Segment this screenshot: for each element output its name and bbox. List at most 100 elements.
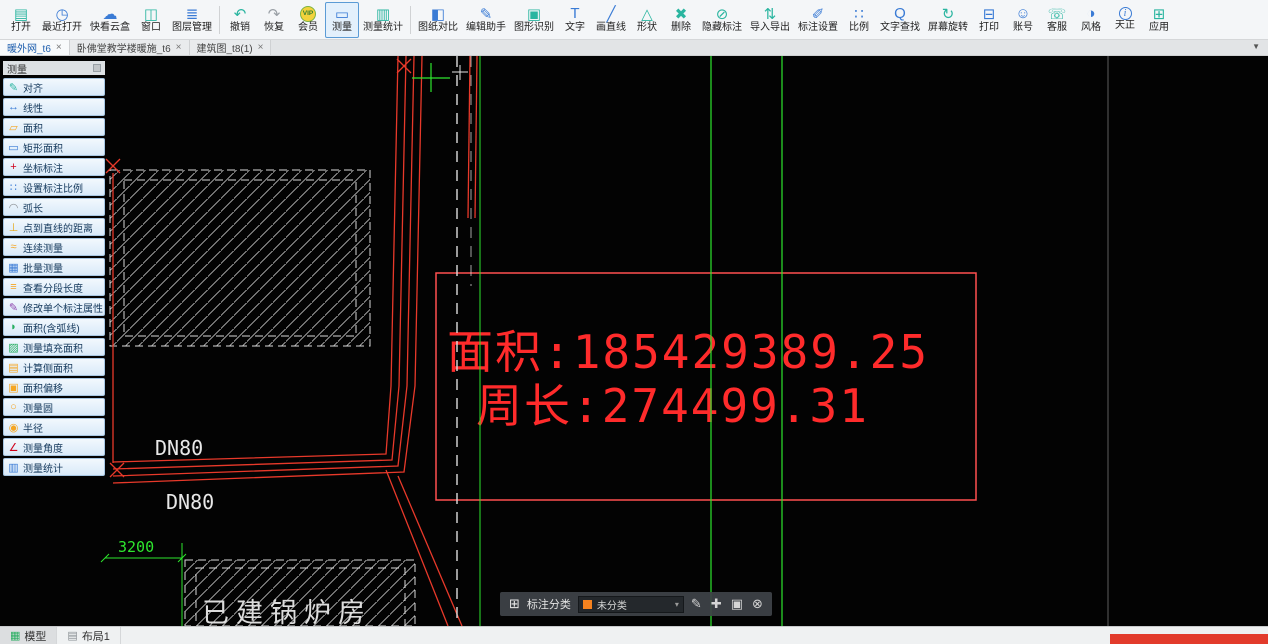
radius-icon: ◉ — [8, 421, 19, 434]
measure-tool-measure-circle[interactable]: ○ 测量圆 — [3, 398, 105, 416]
toolbar-button-delete[interactable]: ✖ 删除 — [664, 2, 698, 38]
category-grid-icon[interactable]: ⊞ — [509, 596, 520, 612]
status-tab-model[interactable]: ▦ 模型 — [0, 627, 58, 644]
toolbar-button-cloud-box[interactable]: ☁ 快看云盒 — [86, 2, 134, 38]
toolbar-button-text-search[interactable]: Q 文字查找 — [876, 2, 924, 38]
arc-length-icon: ◠ — [8, 201, 19, 214]
toolbar-button-annotation-settings[interactable]: ✐ 标注设置 — [794, 2, 842, 38]
measure-tool-linear[interactable]: ↔ 线性 — [3, 98, 105, 116]
measure-tool-label: 批量测量 — [23, 263, 63, 275]
toolbar-button-measure[interactable]: ▭ 测量 — [325, 1, 359, 38]
measure-tool-area-offset[interactable]: ▣ 面积偏移 — [3, 378, 105, 396]
toolbar-button-support[interactable]: ☏ 客服 — [1040, 2, 1074, 38]
document-tabs: 暖外网_t6 × 卧佛堂教学楼暖施_t6 × 建筑图_t8(1) × — [0, 40, 272, 55]
align-icon: ✎ — [8, 81, 19, 94]
toolbar-button-label: 风格 — [1081, 22, 1101, 33]
continuous-measure-icon: ≈ — [10, 241, 17, 253]
toolbar-button-style[interactable]: ◑ 风格 — [1074, 2, 1108, 38]
panel-collapse-button[interactable] — [93, 64, 101, 72]
measure-tool-rect-area[interactable]: ▭ 矩形面积 — [3, 138, 105, 156]
measure-tool-segment-length[interactable]: ≡ 查看分段长度 — [3, 278, 105, 296]
toolbar-button-tianzheng[interactable]: i 天正 — [1108, 2, 1142, 38]
valve-symbol — [412, 63, 468, 92]
toolbar-button-screen-rotate[interactable]: ↻ 屏幕旋转 — [924, 2, 972, 38]
measure-tool-label: 点到直线的距离 — [23, 223, 93, 235]
toolbar-button-edit-assistant[interactable]: ✎ 编辑助手 — [462, 2, 510, 38]
measure-stats-icon: ▥ — [375, 5, 391, 23]
cad-drawing[interactable]: 已建锅炉房 面积:185429389.25 周长:274499.31 3200 … — [0, 56, 1268, 626]
toolbar-button-label: 账号 — [1013, 22, 1033, 33]
measure-tool-measure-stats[interactable]: ▥ 测量统计 — [3, 458, 105, 476]
measure-area-annotation[interactable]: 面积:185429389.25 周长:274499.31 — [435, 272, 977, 501]
area-value-text[interactable]: 面积:185429389.25 — [447, 325, 929, 379]
toolbar-button-vip-member[interactable]: VIP 会员 — [291, 2, 325, 38]
measure-tool-modify-annotation[interactable]: ✎ 修改单个标注属性 — [3, 298, 105, 316]
style-icon: ◑ — [1086, 5, 1096, 22]
measure-tool-label: 面积 — [23, 123, 43, 135]
toolbar-button-text[interactable]: T 文字 — [558, 2, 592, 38]
toolbar-button-account[interactable]: ☺ 账号 — [1006, 2, 1040, 38]
measure-tool-coord-annotation[interactable]: + 坐标标注 — [3, 158, 105, 176]
toolbar-button-window[interactable]: ◫ 窗口 — [134, 2, 168, 38]
toolbar-separator — [410, 5, 411, 34]
toolbar-button-layer-manager[interactable]: ≣ 图层管理 — [168, 2, 216, 38]
measure-tool-arc-length[interactable]: ◠ 弧长 — [3, 198, 105, 216]
edit-icon[interactable]: ✎ — [691, 596, 702, 612]
tab-label: 卧佛堂教学楼暖施_t6 — [76, 44, 171, 55]
toolbar-button-shapes[interactable]: △ 形状 — [630, 2, 664, 38]
toolbar-button-recent-open[interactable]: ◷ 最近打开 — [38, 2, 86, 38]
toolbar-button-open[interactable]: ▤ 打开 — [4, 2, 38, 38]
chevron-down-icon: ▾ — [674, 599, 679, 609]
layout-tabs: ▦ 模型 ▤ 布局1 — [0, 627, 121, 644]
measure-tool-fill-area[interactable]: ▨ 测量填充面积 — [3, 338, 105, 356]
status-tab-label: 模型 — [24, 630, 47, 643]
document-tab[interactable]: 卧佛堂教学楼暖施_t6 × — [69, 40, 190, 55]
measure-tool-area[interactable]: ▱ 面积 — [3, 118, 105, 136]
perimeter-value-text[interactable]: 周长:274499.31 — [476, 379, 869, 433]
document-tab[interactable]: 暖外网_t6 × — [0, 40, 70, 55]
tab-close-icon[interactable]: × — [56, 42, 62, 53]
category-dropdown[interactable]: 未分类 ▾ — [577, 595, 684, 613]
scale-icon: ∷ — [854, 5, 864, 23]
promo-banner[interactable] — [1110, 634, 1268, 644]
cad-canvas-area[interactable]: 已建锅炉房 面积:185429389.25 周长:274499.31 3200 … — [0, 56, 1268, 626]
toolbar-button-redo[interactable]: ↷ 恢复 — [257, 2, 291, 38]
measure-tool-side-area[interactable]: ▤ 计算侧面积 — [3, 358, 105, 376]
tab-collapse-button[interactable]: ▼ — [1244, 40, 1268, 55]
move-icon[interactable]: ✚ — [711, 596, 722, 612]
toolbar-button-undo[interactable]: ↶ 撤销 — [223, 2, 257, 38]
toolbar-button-hide-annotation[interactable]: ⊘ 隐藏标注 — [698, 2, 746, 38]
window-icon: ◫ — [143, 5, 159, 23]
measure-tool-label: 连续测量 — [23, 243, 63, 255]
toolbar-button-drawing-compare[interactable]: ◧ 图纸对比 — [414, 2, 462, 38]
measure-tool-list: ✎ 对齐 ↔ 线性 ▱ 面积 ▭ 矩形面积 + 坐标标注 ∷ 设置标注比例 ◠ 弧长 ⊥ 点到直线的距离 ≈ 连续… — [3, 78, 105, 476]
status-tab-layout1[interactable]: ▤ 布局1 — [57, 627, 121, 644]
measure-tool-measure-angle[interactable]: ∠ 测量角度 — [3, 438, 105, 456]
toolbar-button-import-export[interactable]: ⇅ 导入导出 — [746, 2, 794, 38]
measure-tool-point-line-distance[interactable]: ⊥ 点到直线的距离 — [3, 218, 105, 236]
measure-tool-radius[interactable]: ◉ 半径 — [3, 418, 105, 436]
tab-close-icon[interactable]: × — [176, 42, 182, 53]
measure-tool-continuous-measure[interactable]: ≈ 连续测量 — [3, 238, 105, 256]
copy-icon[interactable]: ▣ — [731, 596, 743, 612]
toolbar-button-apps[interactable]: ⊞ 应用 — [1142, 2, 1176, 38]
coord-annotation-icon: + — [10, 161, 17, 173]
toolbar-button-print[interactable]: ⊟ 打印 — [972, 2, 1006, 38]
toolbar-button-label: 打开 — [11, 22, 31, 33]
document-tab[interactable]: 建筑图_t8(1) × — [189, 40, 272, 55]
pipe-label-dn80-bottom: DN80 — [166, 490, 214, 514]
text-search-icon: Q — [894, 5, 906, 22]
measure-tool-align[interactable]: ✎ 对齐 — [3, 78, 105, 96]
toolbar-button-measure-stats[interactable]: ▥ 测量统计 — [359, 2, 407, 38]
tab-close-icon[interactable]: × — [258, 42, 264, 53]
toolbar-button-label: 窗口 — [141, 22, 161, 33]
delete-icon[interactable]: ⊗ — [752, 596, 763, 612]
measure-tool-set-annotation-scale[interactable]: ∷ 设置标注比例 — [3, 178, 105, 196]
toolbar-button-scale[interactable]: ∷ 比例 — [842, 2, 876, 38]
toolbar-button-shape-recognize[interactable]: ▣ 图形识别 — [510, 2, 558, 38]
dimension-text: 3200 — [118, 538, 154, 556]
undo-icon: ↶ — [233, 5, 247, 23]
toolbar-button-draw-line[interactable]: ╱ 画直线 — [592, 2, 630, 38]
measure-tool-batch-measure[interactable]: ▦ 批量测量 — [3, 258, 105, 276]
measure-tool-area-with-arc[interactable]: ◗ 面积(含弧线) — [3, 318, 105, 336]
